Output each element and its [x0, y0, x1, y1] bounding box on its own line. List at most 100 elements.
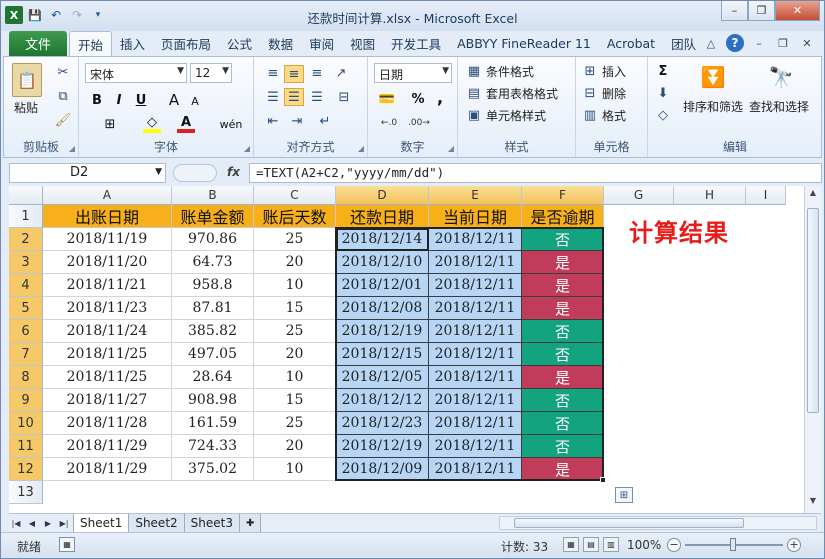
header-cell[interactable]: 账后天数 — [254, 205, 336, 228]
worksheet-grid[interactable]: 计算结果 ⊞ A B C D E F G H I 1 2 3 4 5 6 7 8 9 10 11 12 13 出账日期 账单金… — [9, 186, 804, 513]
row-header-8[interactable]: 8 — [9, 366, 43, 389]
format-painter-icon[interactable]: 🖌 — [54, 111, 72, 129]
row-header-11[interactable]: 11 — [9, 435, 43, 458]
table-cell[interactable]: 2018/12/05 — [336, 366, 429, 389]
table-cell[interactable]: 否 — [522, 343, 604, 366]
row-header-13[interactable]: 13 — [9, 481, 43, 504]
tab-insert[interactable]: 插入 — [112, 31, 153, 56]
row-header-1[interactable]: 1 — [9, 205, 43, 228]
column-header-f[interactable]: F — [522, 186, 604, 205]
fill-icon[interactable]: ⬇ — [654, 85, 672, 101]
table-cell[interactable]: 970.86 — [172, 228, 254, 251]
merge-center-icon[interactable]: ⊟ — [332, 89, 356, 105]
table-cell[interactable]: 25 — [254, 228, 336, 251]
name-box[interactable]: D2 ▼ — [9, 163, 166, 183]
scroll-down-icon[interactable]: ▼ — [807, 496, 819, 510]
table-cell[interactable]: 否 — [522, 320, 604, 343]
font-size-combo[interactable]: 12 ▼ — [190, 63, 232, 83]
format-as-table-button[interactable]: 套用表格格式 — [486, 85, 558, 102]
column-header-e[interactable]: E — [429, 186, 522, 205]
row-header-2[interactable]: 2 — [9, 228, 43, 251]
table-cell[interactable]: 2018/12/08 — [336, 297, 429, 320]
first-sheet-icon[interactable]: |◀ — [9, 516, 23, 530]
fill-handle[interactable] — [600, 477, 606, 483]
percent-style-icon[interactable]: % — [410, 91, 426, 107]
table-cell[interactable]: 2018/11/25 — [43, 366, 172, 389]
table-cell[interactable]: 908.98 — [172, 389, 254, 412]
tab-page-layout[interactable]: 页面布局 — [153, 31, 219, 56]
align-middle-icon[interactable]: ≡ — [284, 65, 304, 83]
row-header-12[interactable]: 12 — [9, 458, 43, 481]
column-header-c[interactable]: C — [254, 186, 336, 205]
table-cell[interactable]: 2018/12/14 — [336, 228, 429, 251]
copy-icon[interactable]: ⧉ — [54, 87, 72, 105]
wrap-text-icon[interactable]: ↵ — [316, 113, 334, 129]
page-break-view-icon[interactable]: ▥ — [603, 537, 619, 552]
delete-cells-button[interactable]: 删除 — [602, 85, 626, 102]
zoom-level[interactable]: 100% — [627, 538, 661, 552]
table-cell[interactable]: 是 — [522, 366, 604, 389]
increase-decimal-icon[interactable]: ←.0 — [378, 115, 400, 131]
table-cell[interactable]: 385.82 — [172, 320, 254, 343]
underline-icon[interactable]: U — [133, 91, 149, 109]
prev-sheet-icon[interactable]: ◀ — [25, 516, 39, 530]
vertical-scrollbar[interactable]: ▲ ▼ — [804, 186, 821, 513]
number-format-combo[interactable]: 日期 ▼ — [374, 63, 452, 83]
row-header-6[interactable]: 6 — [9, 320, 43, 343]
decrease-decimal-icon[interactable]: .00→ — [408, 115, 430, 131]
phonetic-guide-icon[interactable]: wén — [217, 115, 245, 133]
sheet-tab-3[interactable]: Sheet3 — [184, 514, 240, 532]
table-cell[interactable]: 2018/11/23 — [43, 297, 172, 320]
table-cell[interactable]: 497.05 — [172, 343, 254, 366]
table-cell[interactable]: 是 — [522, 274, 604, 297]
workbook-close-icon[interactable]: ✕ — [798, 34, 816, 52]
tab-home[interactable]: 开始 — [69, 31, 113, 56]
table-cell[interactable]: 是 — [522, 297, 604, 320]
table-cell[interactable]: 28.64 — [172, 366, 254, 389]
horizontal-scroll-thumb[interactable] — [514, 518, 744, 528]
align-left-icon[interactable]: ☰ — [264, 89, 282, 105]
header-cell[interactable]: 账单金额 — [172, 205, 254, 228]
table-cell[interactable]: 87.81 — [172, 297, 254, 320]
scroll-up-icon[interactable]: ▲ — [807, 188, 819, 202]
close-button[interactable]: ✕ — [775, 1, 820, 21]
table-cell[interactable]: 2018/12/11 — [429, 228, 522, 251]
collapse-ribbon-icon[interactable]: △ — [702, 34, 720, 52]
vertical-scroll-thumb[interactable] — [807, 208, 819, 413]
increase-indent-icon[interactable]: ⇥ — [288, 113, 306, 129]
tab-file[interactable]: 文件 — [9, 31, 67, 56]
table-cell[interactable]: 10 — [254, 274, 336, 297]
horizontal-scrollbar[interactable] — [499, 516, 817, 530]
table-cell[interactable]: 375.02 — [172, 458, 254, 481]
next-sheet-icon[interactable]: ▶ — [41, 516, 55, 530]
table-cell[interactable]: 2018/12/11 — [429, 366, 522, 389]
table-cell[interactable]: 2018/12/11 — [429, 343, 522, 366]
workbook-minimize-icon[interactable]: – — [750, 34, 768, 52]
table-cell[interactable]: 2018/12/11 — [429, 389, 522, 412]
table-cell[interactable]: 2018/11/29 — [43, 435, 172, 458]
tab-abbyy[interactable]: ABBYY FineReader 11 — [449, 31, 599, 56]
row-header-3[interactable]: 3 — [9, 251, 43, 274]
row-header-4[interactable]: 4 — [9, 274, 43, 297]
sort-filter-icon[interactable]: ⏬ — [698, 61, 728, 93]
table-cell[interactable]: 64.73 — [172, 251, 254, 274]
cell-styles-icon[interactable]: ▣ — [466, 107, 482, 123]
align-right-icon[interactable]: ☰ — [308, 89, 326, 105]
insert-cells-icon[interactable]: ⊞ — [582, 63, 598, 79]
table-cell[interactable]: 2018/12/11 — [429, 458, 522, 481]
zoom-out-icon[interactable]: − — [667, 538, 681, 552]
column-header-g[interactable]: G — [604, 186, 674, 205]
format-cells-button[interactable]: 格式 — [602, 107, 626, 124]
find-select-icon[interactable]: 🔭 — [766, 61, 796, 93]
table-cell[interactable]: 否 — [522, 389, 604, 412]
borders-icon[interactable]: ⊞ — [101, 115, 119, 133]
table-cell[interactable]: 2018/12/09 — [336, 458, 429, 481]
format-as-table-icon[interactable]: ▤ — [466, 85, 482, 101]
help-icon[interactable]: ? — [726, 34, 744, 52]
decrease-indent-icon[interactable]: ⇤ — [264, 113, 282, 129]
align-center-icon[interactable]: ☰ — [284, 88, 304, 106]
tab-view[interactable]: 视图 — [342, 31, 383, 56]
font-name-combo[interactable]: 宋体 ▼ — [85, 63, 187, 83]
conditional-format-icon[interactable]: ▦ — [466, 63, 482, 79]
cut-icon[interactable]: ✂ — [54, 63, 72, 81]
